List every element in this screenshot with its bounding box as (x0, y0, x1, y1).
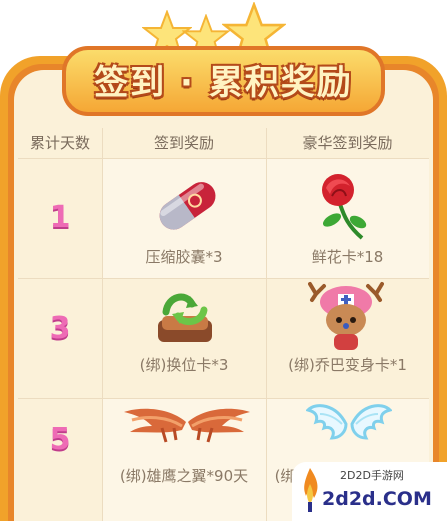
divider (18, 158, 429, 159)
capsule-icon (159, 182, 216, 230)
divider (102, 128, 103, 521)
divider (266, 128, 267, 521)
reward-label: 压缩胶囊*3 (145, 248, 223, 266)
watermark-site: 2D2D手游网 (340, 469, 404, 482)
rose-icon (322, 174, 367, 240)
reward-label: (绑)换位卡*3 (139, 356, 229, 374)
day-number: 3 (49, 311, 71, 346)
deluxe-reward-label: 鲜花卡*18 (311, 248, 384, 266)
angel-wings-icon (306, 404, 392, 440)
column-header-reward: 签到奖励 (153, 134, 214, 152)
flame-logo-icon (304, 468, 318, 512)
page-title: 签到 · 累积奖励 (94, 63, 353, 103)
divider (18, 398, 429, 399)
deluxe-reward-label: (绑)乔巴变身卡*1 (288, 356, 407, 374)
swap-card-icon (158, 293, 212, 342)
day-number: 5 (49, 422, 71, 457)
watermark-domain: 2d2d.COM (322, 488, 432, 510)
column-header-deluxe: 豪华签到奖励 (302, 134, 393, 152)
divider (18, 278, 429, 279)
day-number: 1 (49, 200, 71, 235)
eagle-wings-icon (124, 408, 250, 443)
chopper-icon (308, 282, 384, 350)
column-header-days: 累计天数 (29, 134, 90, 152)
reward-label: (绑)雄鹰之翼*90天 (119, 467, 249, 485)
